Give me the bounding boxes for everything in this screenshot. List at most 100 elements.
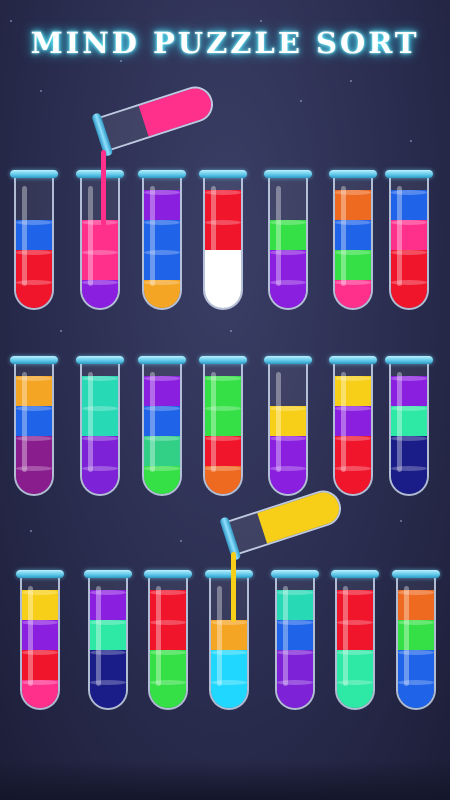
- tube-rim: [138, 356, 186, 364]
- tube-rim: [331, 570, 379, 578]
- tube-glass: [88, 576, 128, 710]
- tube-rim: [329, 170, 377, 178]
- glass-shine: [397, 372, 402, 472]
- glass-shine: [211, 186, 216, 286]
- test-tube-3[interactable]: [138, 170, 186, 310]
- test-tube-16[interactable]: [84, 570, 132, 710]
- test-tube-4[interactable]: [199, 170, 247, 310]
- tube-glass: [389, 176, 429, 310]
- tube-rim: [199, 356, 247, 364]
- glass-shine: [88, 372, 93, 472]
- tube-rim: [16, 570, 64, 578]
- tube-rim: [10, 170, 58, 178]
- tube-rim: [385, 170, 433, 178]
- tube-glass: [333, 362, 373, 496]
- tube-rim: [76, 170, 124, 178]
- pouring-tube-pink: [91, 81, 218, 157]
- tube-glass: [148, 576, 188, 710]
- glass-shine: [343, 586, 348, 686]
- test-tube-10[interactable]: [138, 356, 186, 496]
- tube-rim: [205, 570, 253, 578]
- pouring-tube-yellow: [219, 485, 346, 561]
- glass-shine: [397, 186, 402, 286]
- star: [10, 20, 12, 22]
- tube-glass: [14, 176, 54, 310]
- test-tube-17[interactable]: [144, 570, 192, 710]
- tube-glass: [275, 576, 315, 710]
- glass-shine: [150, 372, 155, 472]
- glass-shine: [283, 586, 288, 686]
- tube-glass: [14, 362, 54, 496]
- tube-glass: [142, 362, 182, 496]
- test-tube-21[interactable]: [392, 570, 440, 710]
- glass-shine: [211, 372, 216, 472]
- tube-rim: [76, 356, 124, 364]
- test-tube-8[interactable]: [10, 356, 58, 496]
- tube-glass: [80, 362, 120, 496]
- pouring-liquid: [138, 84, 216, 137]
- pouring-liquid: [257, 488, 344, 544]
- glass-shine: [150, 186, 155, 286]
- test-tube-2[interactable]: [76, 170, 124, 310]
- test-tube-5[interactable]: [264, 170, 312, 310]
- tube-glass: [20, 576, 60, 710]
- tube-rim: [84, 570, 132, 578]
- tube-rim: [271, 570, 319, 578]
- tube-glass: [268, 362, 308, 496]
- test-tube-11[interactable]: [199, 356, 247, 496]
- tube-glass: [203, 362, 243, 496]
- test-tube-15[interactable]: [16, 570, 64, 710]
- grass-silhouette: [0, 760, 450, 800]
- glass-shine: [404, 586, 409, 686]
- star: [60, 330, 62, 332]
- tube-glass: [335, 576, 375, 710]
- test-tube-18[interactable]: [205, 570, 253, 710]
- test-tube-20[interactable]: [331, 570, 379, 710]
- glass-shine: [96, 586, 101, 686]
- glass-shine: [22, 186, 27, 286]
- star: [350, 80, 352, 82]
- test-tube-12[interactable]: [264, 356, 312, 496]
- tube-rim: [264, 356, 312, 364]
- glass-shine: [217, 586, 222, 686]
- glass-shine: [88, 186, 93, 286]
- tube-glass: [396, 576, 436, 710]
- pouring-glass: [228, 485, 346, 555]
- tube-glass: [389, 362, 429, 496]
- glass-shine: [28, 586, 33, 686]
- star: [260, 20, 262, 22]
- tube-rim: [329, 356, 377, 364]
- tube-glass: [80, 176, 120, 310]
- tube-rim: [199, 170, 247, 178]
- glass-shine: [22, 372, 27, 472]
- test-tube-7[interactable]: [385, 170, 433, 310]
- tube-rim: [10, 356, 58, 364]
- star: [410, 140, 412, 142]
- tube-rim: [138, 170, 186, 178]
- star: [300, 100, 302, 102]
- test-tube-6[interactable]: [329, 170, 377, 310]
- liquid-stream-pink: [101, 150, 106, 230]
- star: [230, 330, 232, 332]
- test-tube-1[interactable]: [10, 170, 58, 310]
- glass-shine: [276, 372, 281, 472]
- liquid-stream-yellow: [231, 552, 236, 622]
- tube-rim: [392, 570, 440, 578]
- glass-shine: [276, 186, 281, 286]
- glass-shine: [341, 186, 346, 286]
- test-tube-19[interactable]: [271, 570, 319, 710]
- test-tube-14[interactable]: [385, 356, 433, 496]
- test-tube-13[interactable]: [329, 356, 377, 496]
- test-tube-9[interactable]: [76, 356, 124, 496]
- tube-glass: [333, 176, 373, 310]
- game-title: MIND PUZZLE SORT: [30, 26, 420, 60]
- glass-shine: [156, 586, 161, 686]
- tube-glass: [203, 176, 243, 310]
- star: [120, 60, 122, 62]
- tube-glass: [268, 176, 308, 310]
- tube-glass: [209, 576, 249, 710]
- star: [40, 90, 42, 92]
- glass-shine: [341, 372, 346, 472]
- pouring-glass: [100, 81, 218, 151]
- tube-glass: [142, 176, 182, 310]
